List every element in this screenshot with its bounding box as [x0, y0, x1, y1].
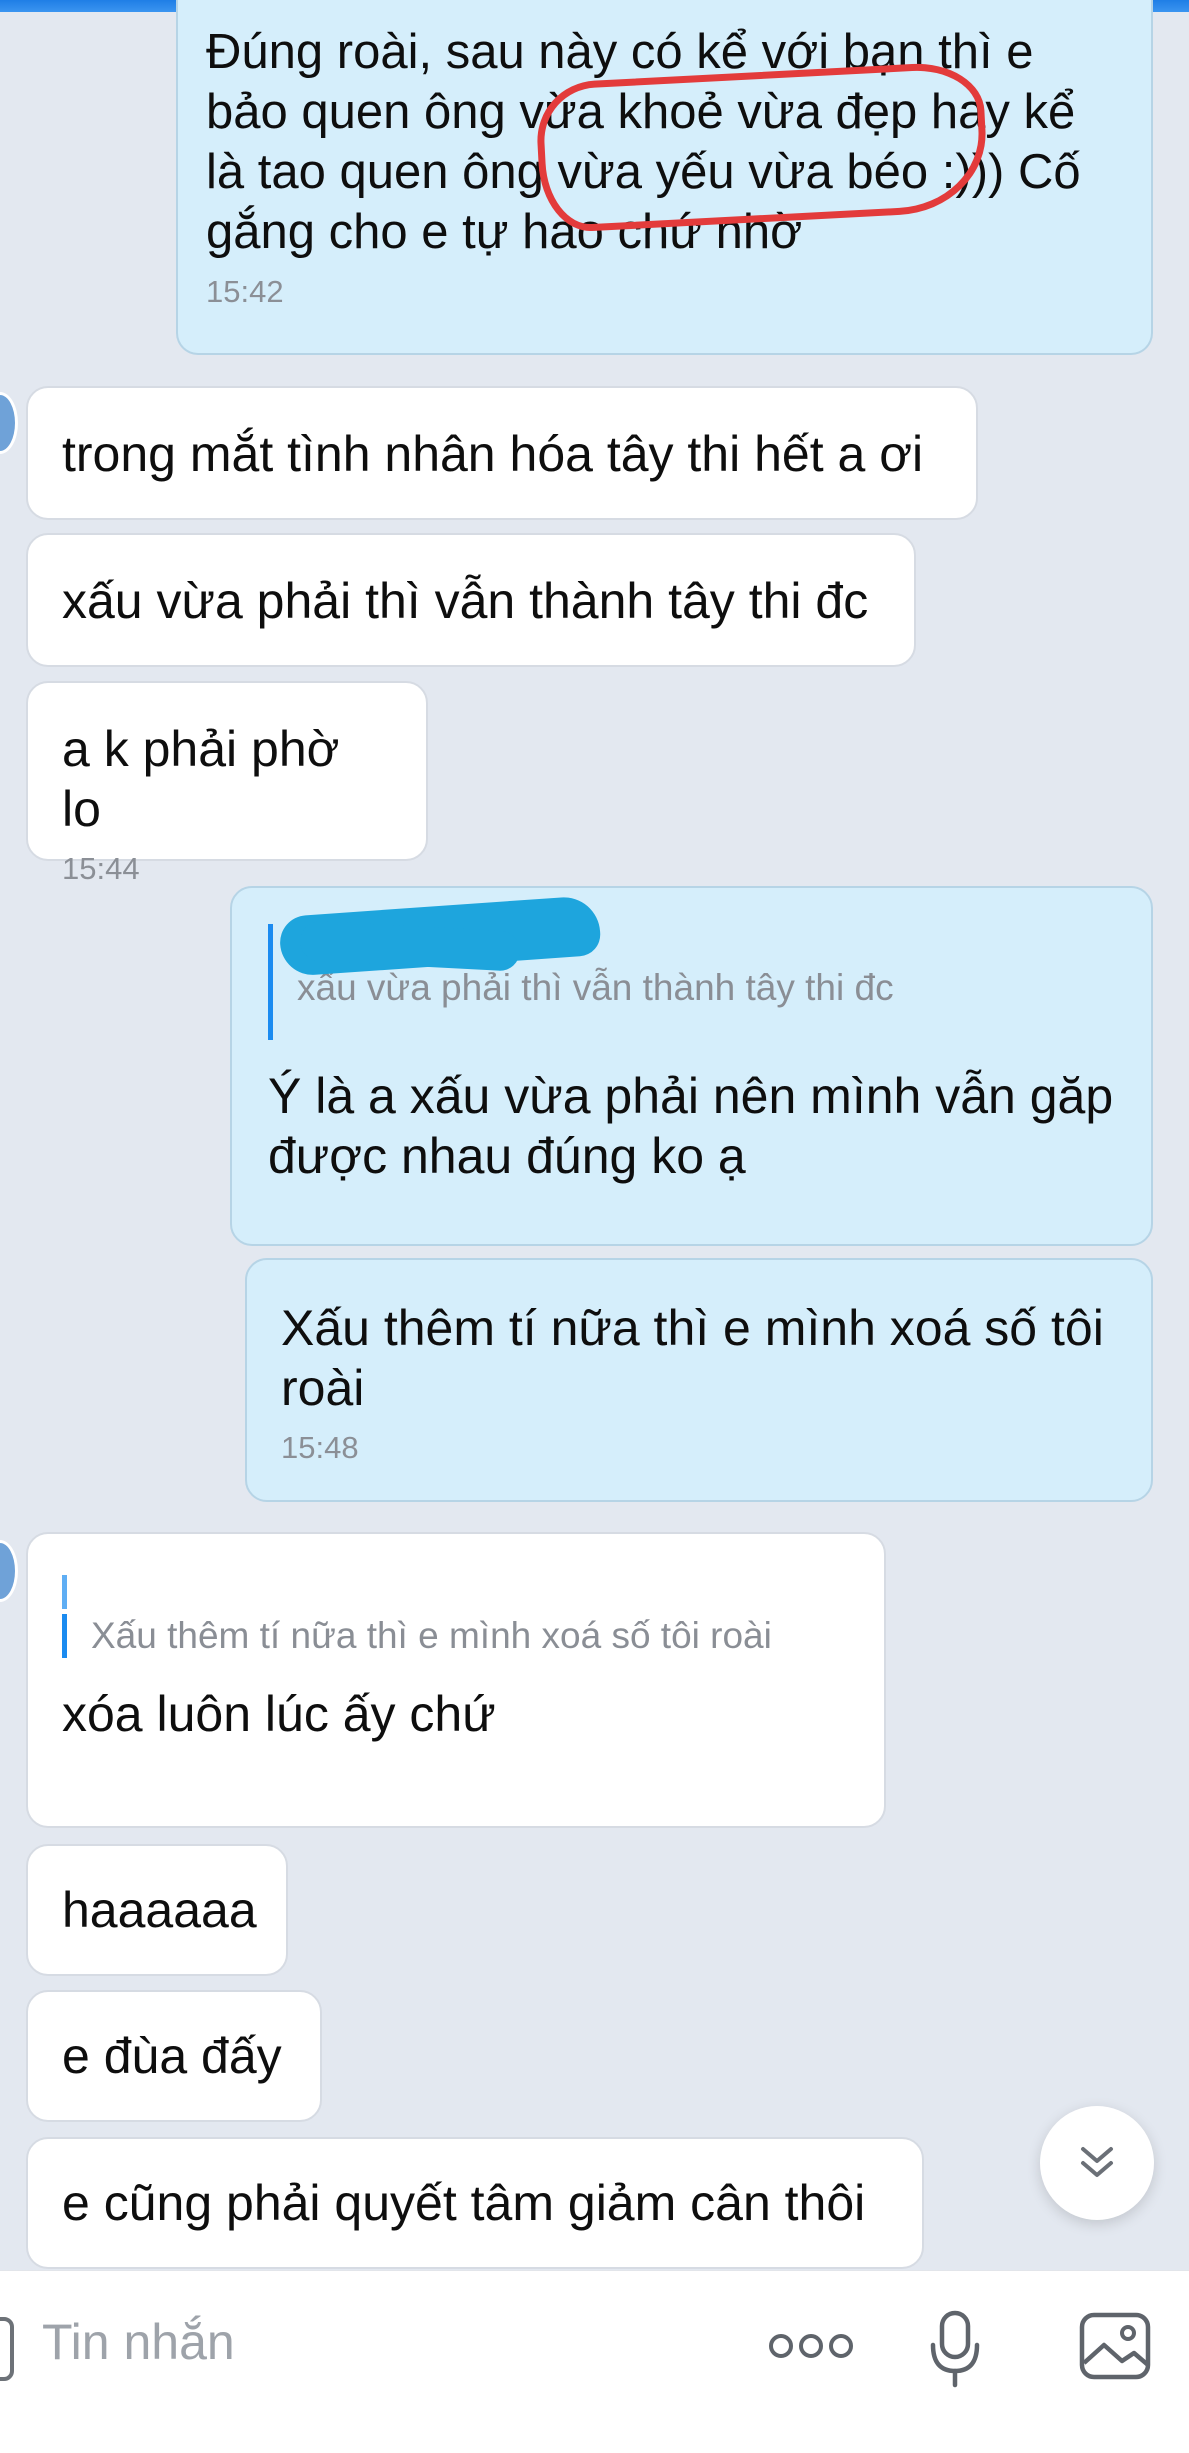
- message-time: 15:44: [62, 851, 140, 886]
- message-incoming[interactable]: a k phải phờ lo 15:44: [26, 681, 428, 886]
- avatar[interactable]: [0, 1540, 18, 1602]
- message-text: e cũng phải quyết tâm giảm cân thôi: [62, 2175, 866, 2231]
- message-text: trong mắt tình nhân hóa tây thi hết a ơi: [62, 426, 924, 482]
- message-input[interactable]: Tin nhắn: [42, 2313, 235, 2371]
- message-text: Xấu thêm tí nữa thì e mình xoá số tôi ro…: [281, 1300, 1104, 1416]
- reply-quote[interactable]: Xấu thêm tí nữa thì e mình xoá số tôi ro…: [62, 1614, 850, 1658]
- chevron-double-down-icon: [1081, 2147, 1113, 2177]
- message-time: 15:48: [281, 1430, 359, 1465]
- more-dots-icon[interactable]: [768, 2331, 854, 2361]
- message-text: Ý là a xấu vừa phải nên mình vẫn găp đượ…: [268, 1068, 1114, 1184]
- message-text: xấu vừa phải thì vẫn thành tây thi đc: [62, 573, 869, 629]
- image-icon[interactable]: [1078, 2311, 1152, 2381]
- message-text: haaaaaa: [62, 1882, 257, 1938]
- message-text: e đùa đấy: [62, 2028, 282, 2084]
- message-incoming[interactable]: trong mắt tình nhân hóa tây thi hết a ơi: [26, 386, 978, 520]
- avatar[interactable]: [0, 392, 18, 454]
- message-composer: Tin nhắn: [0, 2270, 1189, 2453]
- scroll-to-bottom-button[interactable]: [1040, 2106, 1154, 2220]
- highlight-circle: [534, 60, 990, 234]
- message-time: 15:42: [206, 274, 284, 309]
- message-incoming[interactable]: e cũng phải quyết tâm giảm cân thôi: [26, 2137, 924, 2269]
- message-text: a k phải phờ lo: [62, 721, 340, 837]
- message-incoming[interactable]: e đùa đấy: [26, 1990, 322, 2122]
- microphone-icon[interactable]: [928, 2309, 982, 2389]
- message-text: xóa luôn lúc ấy chứ: [62, 1686, 496, 1742]
- sender-name-faded: [62, 1562, 850, 1609]
- message-incoming[interactable]: xấu vừa phải thì vẫn thành tây thi đc: [26, 533, 916, 667]
- chat-thread[interactable]: Đúng roài, sau này có kể với bạn thì e b…: [0, 0, 1189, 2270]
- quoted-text: Xấu thêm tí nữa thì e mình xoá số tôi ro…: [91, 1615, 772, 1656]
- message-incoming[interactable]: haaaaaa: [26, 1844, 288, 1976]
- emoji-icon[interactable]: [0, 2317, 14, 2381]
- quoted-text: xấu vừa phải thì vẫn thành tây thi đc: [297, 967, 894, 1008]
- message-outgoing[interactable]: Xấu thêm tí nữa thì e mình xoá số tôi ro…: [245, 1258, 1153, 1502]
- message-incoming[interactable]: Xấu thêm tí nữa thì e mình xoá số tôi ro…: [26, 1532, 886, 1828]
